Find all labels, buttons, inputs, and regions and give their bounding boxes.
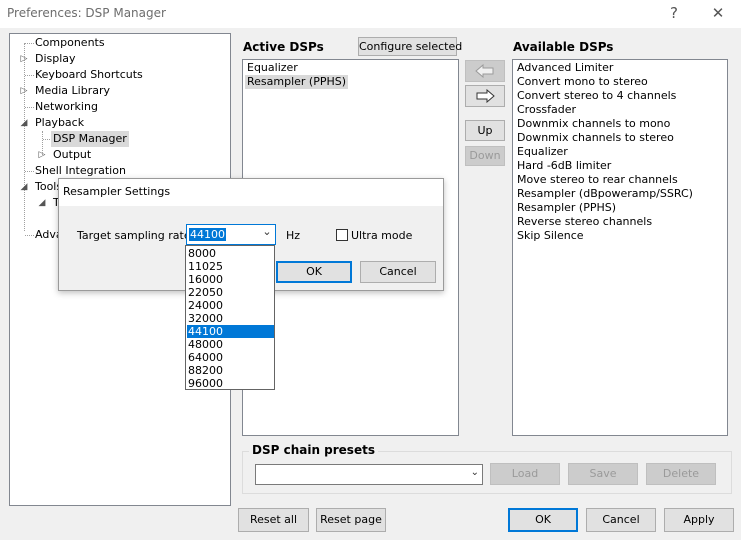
chevron-down-icon[interactable]: ◢ — [19, 115, 29, 131]
dropdown-option[interactable]: 64000 — [187, 351, 274, 364]
rate-combo[interactable]: 44100 ⌄ — [186, 224, 276, 245]
ok-button[interactable]: OK — [508, 508, 578, 532]
title-bar: Preferences: DSP Manager ? ✕ — [0, 0, 741, 28]
list-item[interactable]: Hard -6dB limiter — [515, 159, 613, 173]
rate-combo-value: 44100 — [189, 228, 226, 241]
arrow-right-icon — [476, 88, 495, 104]
tree-item-label: Output — [53, 148, 92, 161]
list-item[interactable]: Convert mono to stereo — [515, 75, 650, 89]
tree-item-label: Components — [35, 36, 105, 49]
available-dsps-heading: Available DSPs — [513, 40, 614, 54]
down-button[interactable]: Down — [465, 146, 505, 166]
presets-heading: DSP chain presets — [249, 443, 378, 457]
list-item[interactable]: Skip Silence — [515, 229, 586, 243]
tree-item-label: Media Library — [35, 84, 110, 97]
presets-combo[interactable]: ⌄ — [255, 464, 483, 485]
dialog-title-bar: Resampler Settings — [59, 179, 443, 206]
reset-page-button[interactable]: Reset page — [316, 508, 386, 532]
dropdown-option[interactable]: 88200 — [187, 364, 274, 377]
unit-label: Hz — [286, 229, 301, 242]
available-dsps-list[interactable]: Advanced Limiter Convert mono to stereo Co… — [512, 59, 728, 436]
chevron-down-icon[interactable]: ⌄ — [471, 467, 479, 478]
list-item[interactable]: Convert stereo to 4 channels — [515, 89, 678, 103]
list-item[interactable]: Resampler (dBpoweramp/SSRC) — [515, 187, 695, 201]
tree-item-keyboard-shortcuts[interactable]: Keyboard Shortcuts — [10, 67, 230, 83]
up-button[interactable]: Up — [465, 120, 505, 141]
dropdown-option[interactable]: 16000 — [187, 273, 274, 286]
dropdown-option[interactable]: 44100 — [187, 325, 274, 338]
list-item[interactable]: Reverse stereo channels — [515, 215, 654, 229]
tree-item-networking[interactable]: Networking — [10, 99, 230, 115]
dropdown-option[interactable]: 24000 — [187, 299, 274, 312]
tree-item-label: Shell Integration — [35, 164, 126, 177]
dialog-ok-button[interactable]: OK — [276, 261, 352, 283]
tree-item-components[interactable]: Components — [10, 35, 230, 51]
chevron-down-icon[interactable]: ◢ — [37, 195, 47, 211]
help-button[interactable]: ? — [651, 0, 697, 28]
dropdown-option[interactable]: 8000 — [187, 247, 274, 260]
rate-label: Target sampling rate: — [77, 229, 195, 242]
chevron-down-icon[interactable]: ⌄ — [259, 225, 275, 244]
tree-item-media-library[interactable]: ▷ Media Library — [10, 83, 230, 99]
cancel-button[interactable]: Cancel — [586, 508, 656, 532]
configure-selected-button[interactable]: Configure selected — [358, 37, 462, 56]
tree-item-shell-integration[interactable]: Shell Integration — [10, 163, 230, 179]
move-left-button[interactable] — [465, 60, 505, 82]
list-item[interactable]: Move stereo to rear channels — [515, 173, 680, 187]
window-title: Preferences: DSP Manager — [7, 6, 166, 20]
move-right-button[interactable] — [465, 85, 505, 107]
dropdown-option[interactable]: 96000 — [187, 377, 274, 390]
list-item[interactable]: Downmix channels to stereo — [515, 131, 676, 145]
ultra-mode-label[interactable]: Ultra mode — [351, 229, 412, 242]
save-button[interactable]: Save — [568, 463, 638, 485]
tree-item-dsp-manager[interactable]: DSP Manager — [10, 131, 230, 147]
dropdown-option[interactable]: 48000 — [187, 338, 274, 351]
load-button[interactable]: Load — [490, 463, 560, 485]
list-item[interactable]: Resampler (PPHS) — [245, 75, 349, 89]
list-item[interactable]: Resampler (PPHS) — [515, 201, 618, 215]
chevron-right-icon[interactable]: ▷ — [37, 147, 47, 163]
tree-item-label: DSP Manager — [51, 131, 129, 147]
delete-button[interactable]: Delete — [646, 463, 716, 485]
list-item[interactable]: Advanced Limiter — [515, 61, 615, 75]
tree-item-label: Playback — [35, 116, 85, 129]
tree-item-label: Display — [35, 52, 76, 65]
apply-button[interactable]: Apply — [664, 508, 734, 532]
tree-item-label: Networking — [35, 100, 98, 113]
close-button[interactable]: ✕ — [695, 0, 741, 28]
tree-item-display[interactable]: ▷ Display — [10, 51, 230, 67]
tree-item-label: Keyboard Shortcuts — [35, 68, 143, 81]
active-dsps-heading: Active DSPs — [243, 40, 324, 54]
chevron-right-icon[interactable]: ▷ — [19, 83, 29, 99]
dropdown-option[interactable]: 11025 — [187, 260, 274, 273]
list-item[interactable]: Equalizer — [245, 61, 300, 75]
ultra-mode-checkbox[interactable] — [336, 229, 348, 241]
list-item[interactable]: Equalizer — [515, 145, 570, 159]
reset-all-button[interactable]: Reset all — [238, 508, 309, 532]
rate-dropdown-list[interactable]: 8000 11025 16000 22050 24000 32000 44100 48000 6… — [185, 245, 275, 390]
dropdown-option[interactable]: 32000 — [187, 312, 274, 325]
list-item[interactable]: Crossfader — [515, 103, 578, 117]
dialog-title: Resampler Settings — [63, 185, 171, 198]
dropdown-option[interactable]: 22050 — [187, 286, 274, 299]
chevron-right-icon[interactable]: ▷ — [19, 51, 29, 67]
tree-item-output[interactable]: ▷ Output — [10, 147, 230, 163]
list-item[interactable]: Downmix channels to mono — [515, 117, 672, 131]
dialog-cancel-button[interactable]: Cancel — [360, 261, 436, 283]
tree-item-playback[interactable]: ◢ Playback — [10, 115, 230, 131]
chevron-down-icon[interactable]: ◢ — [19, 179, 29, 195]
arrow-left-icon — [475, 63, 494, 79]
